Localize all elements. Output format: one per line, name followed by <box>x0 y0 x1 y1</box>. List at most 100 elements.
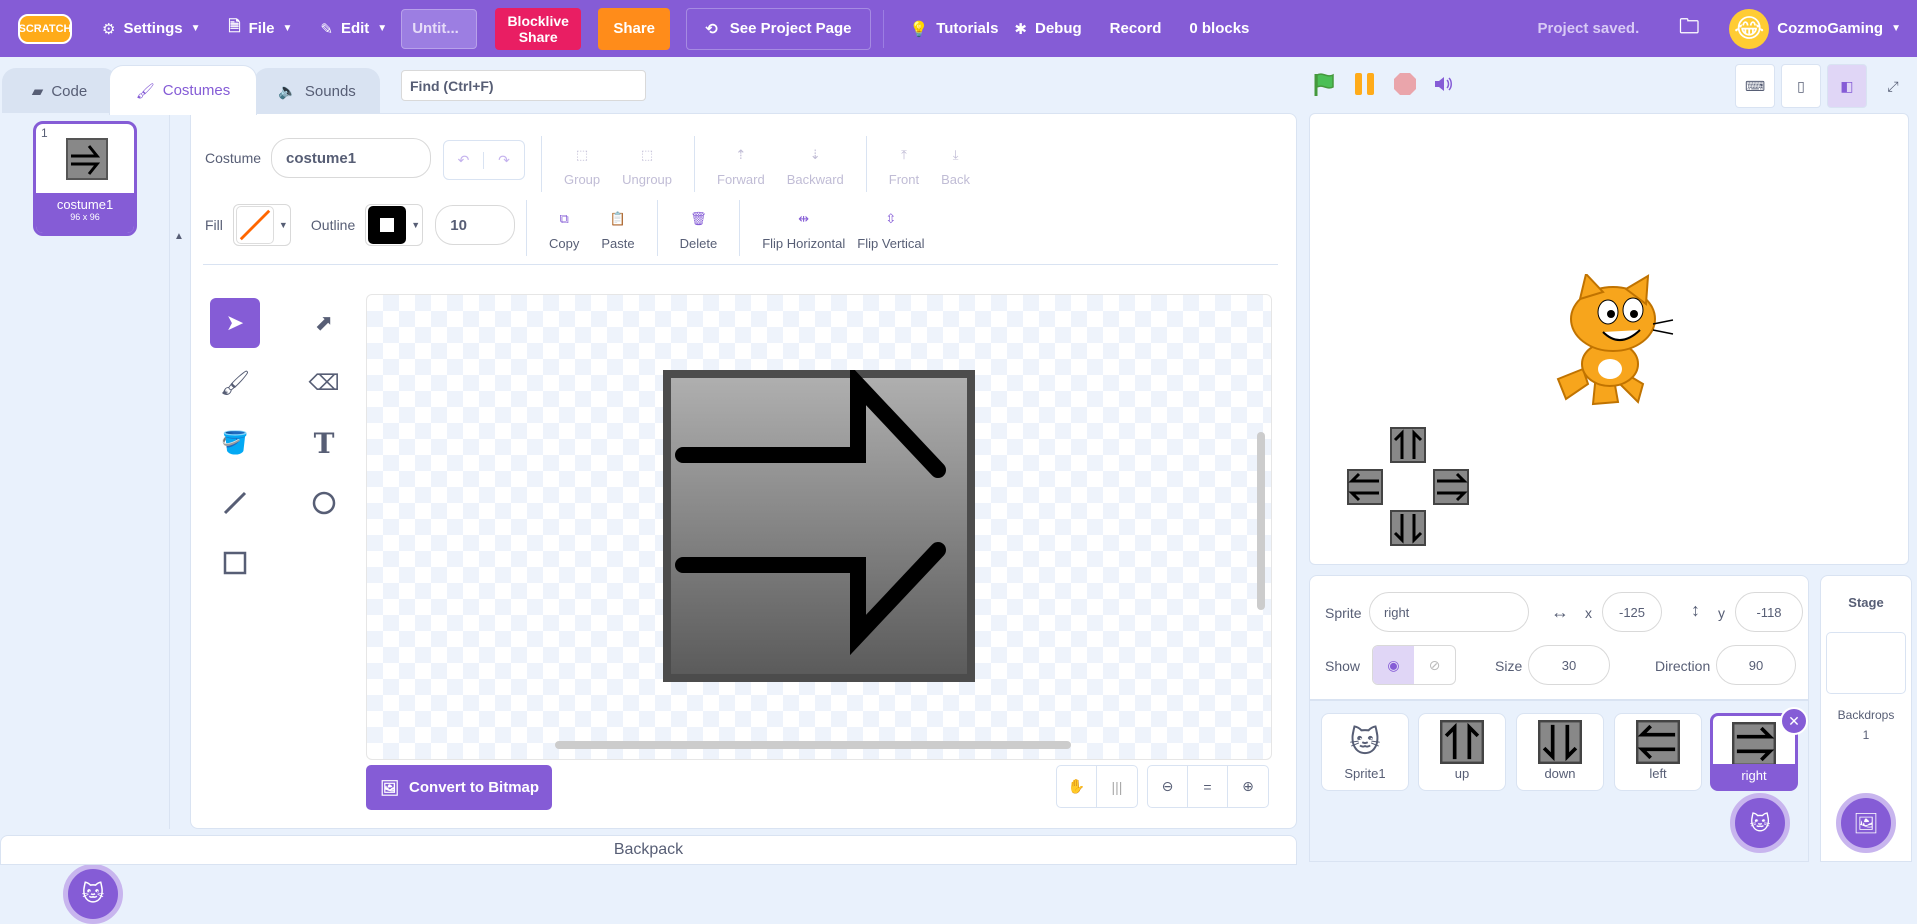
direction-input[interactable]: 90 <box>1716 645 1796 685</box>
backpack[interactable]: Backpack <box>0 835 1297 865</box>
brush-tool[interactable]: 🖌 <box>210 358 260 408</box>
ungroup-button[interactable]: ⬚ Ungroup <box>622 142 672 187</box>
tutorials-button[interactable]: 💡 Tutorials <box>896 0 1013 57</box>
add-backdrop-button[interactable]: 🖼 <box>1836 793 1896 853</box>
delete-button[interactable]: 🗑 Delete <box>680 206 718 251</box>
file-menu[interactable]: 🗎 File ▼ <box>215 0 307 57</box>
bitmap-mode-button[interactable]: ||| <box>1097 766 1137 807</box>
stage[interactable] <box>1309 113 1909 565</box>
divider <box>739 200 741 256</box>
sprite-item-down[interactable]: down <box>1516 713 1604 791</box>
front-button[interactable]: ⤒ Front <box>889 142 919 187</box>
sprite-item-sprite1[interactable]: 🐱 Sprite1 <box>1321 713 1409 791</box>
debug-button[interactable]: ✱ Debug <box>1012 0 1095 57</box>
show-hidden-button[interactable]: ⊘ <box>1414 646 1455 684</box>
costume-item[interactable]: 1 costume1 96 x 96 <box>33 121 137 236</box>
copy-button[interactable]: ⧉ Copy <box>549 206 579 251</box>
eraser-tool[interactable]: ⌫ <box>299 358 349 408</box>
stage-controls <box>1310 70 1454 98</box>
show-visible-button[interactable]: ◉ <box>1373 646 1414 684</box>
undo-button[interactable]: ↶ <box>444 151 484 169</box>
scratch-logo[interactable]: SCRATCH <box>18 13 72 44</box>
circle-icon <box>312 491 336 515</box>
select-tool[interactable]: ➤ <box>210 298 260 348</box>
share-button[interactable]: Share <box>598 7 671 50</box>
small-stage-button[interactable]: ▯ <box>1781 64 1821 108</box>
direction-label: Direction <box>1655 658 1711 674</box>
brush-icon: 🖌 <box>219 369 251 397</box>
fullscreen-button[interactable]: ⤢ <box>1873 64 1913 108</box>
tab-costumes[interactable]: 🖌 Costumes <box>109 65 257 115</box>
text-icon: T <box>313 426 335 460</box>
cat-sprite[interactable] <box>1548 274 1674 409</box>
zoom-out-button[interactable]: ⊖ <box>1148 766 1188 807</box>
mute-icon[interactable] <box>1432 73 1454 95</box>
debug-icon: ✱ <box>1014 20 1027 38</box>
edit-menu[interactable]: ✎ Edit ▼ <box>306 0 401 57</box>
zoom-in-button[interactable]: ⊕ <box>1228 766 1268 807</box>
fill-tool[interactable]: 🪣 <box>210 418 260 468</box>
settings-menu[interactable]: ⚙ Settings ▼ <box>88 0 215 57</box>
forward-button[interactable]: ⇡ Forward <box>717 142 765 187</box>
group-button[interactable]: ⬚ Group <box>564 142 600 187</box>
size-input[interactable]: 30 <box>1528 645 1610 685</box>
rectangle-tool[interactable] <box>210 538 260 588</box>
costume-name-input[interactable]: costume1 <box>271 138 432 178</box>
line-tool[interactable] <box>210 478 260 528</box>
flip-vertical-button[interactable]: ⇳ Flip Vertical <box>857 206 924 251</box>
console-button[interactable]: ⌨ <box>1735 64 1775 108</box>
chevron-down-icon: ▼ <box>411 220 421 230</box>
up-arrow-sprite[interactable] <box>1390 427 1426 463</box>
delete-sprite-button[interactable]: ✕ <box>1780 707 1808 735</box>
text-tool[interactable]: T <box>299 418 349 468</box>
back-button[interactable]: ⤓ Back <box>941 142 970 187</box>
project-title-input[interactable]: Untit... <box>401 8 478 49</box>
pause-icon[interactable] <box>1352 71 1378 97</box>
right-arrow-costume[interactable] <box>663 370 975 682</box>
outline-color-picker[interactable]: ▼ <box>365 204 424 246</box>
y-input[interactable]: -118 <box>1735 592 1803 632</box>
add-costume-button[interactable]: 🐱 <box>63 864 123 924</box>
see-project-page-button[interactable]: ⟲ See Project Page <box>686 7 871 50</box>
copy-label: Copy <box>549 235 580 251</box>
outline-width-input[interactable]: 10 <box>435 205 516 245</box>
tab-sounds[interactable]: 🔈 Sounds <box>254 68 380 113</box>
record-button[interactable]: Record <box>1096 0 1176 57</box>
down-arrow-sprite[interactable] <box>1390 510 1426 546</box>
show-toggle: ◉ ⊘ <box>1372 645 1456 685</box>
tab-code[interactable]: ▰ Code <box>2 68 117 113</box>
circle-tool[interactable] <box>299 478 349 528</box>
left-arrow-sprite[interactable] <box>1347 469 1383 505</box>
right-arrow-sprite[interactable] <box>1433 469 1469 505</box>
backdrop-thumbnail[interactable] <box>1826 632 1906 694</box>
see-project-label: See Project Page <box>729 20 852 37</box>
convert-to-bitmap-button[interactable]: 🖼 Convert to Bitmap <box>366 765 552 810</box>
find-input[interactable]: Find (Ctrl+F) <box>401 70 646 101</box>
divider <box>882 9 884 48</box>
add-sprite-button[interactable]: 🐱 <box>1730 793 1790 853</box>
normal-stage-button[interactable]: ◧ <box>1827 64 1867 108</box>
sprite-item-left[interactable]: left <box>1614 713 1702 791</box>
sprite-item-up[interactable]: up <box>1418 713 1506 791</box>
paste-button[interactable]: 📋 Paste <box>601 206 634 251</box>
x-input[interactable]: -125 <box>1602 592 1662 632</box>
green-flag-icon[interactable] <box>1310 70 1338 98</box>
pan-button[interactable]: ✋ <box>1057 766 1097 807</box>
paint-canvas[interactable] <box>366 294 1272 760</box>
folder-button[interactable]: 🗀 <box>1679 0 1715 57</box>
backward-icon: ⇣ <box>809 146 821 162</box>
zoom-reset-button[interactable]: = <box>1188 766 1228 807</box>
fill-color-picker[interactable]: ▼ <box>232 204 291 246</box>
stop-icon[interactable] <box>1392 71 1418 97</box>
backward-button[interactable]: ⇣ Backward <box>787 142 844 187</box>
blocklive-label-2: Share <box>518 28 558 45</box>
account-menu[interactable]: 😂 CozmoGaming ▼ <box>1715 0 1917 57</box>
reshape-tool[interactable]: ⬈ <box>299 298 349 348</box>
flip-horizontal-button[interactable]: ⇹ Flip Horizontal <box>762 206 845 251</box>
blocklive-share-button[interactable]: Blocklive Share <box>495 7 582 50</box>
redo-button[interactable]: ↷ <box>484 152 524 169</box>
vertical-scrollbar[interactable] <box>1257 432 1265 610</box>
horizontal-scrollbar[interactable] <box>555 741 1071 749</box>
scroll-up-icon[interactable]: ▲ <box>174 231 184 242</box>
sprite-name-input[interactable]: right <box>1369 592 1529 632</box>
